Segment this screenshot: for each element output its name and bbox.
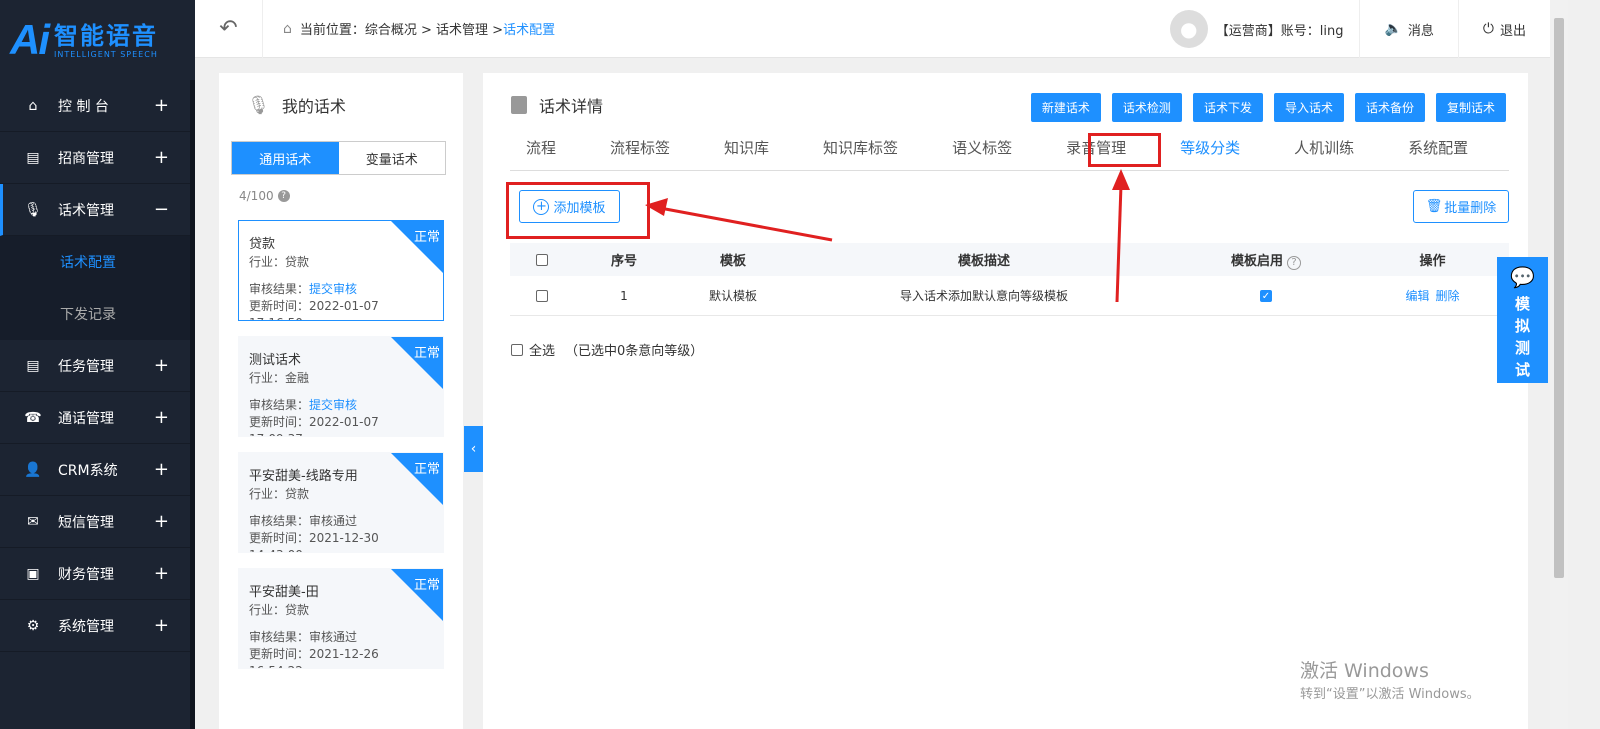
annotation-arrow-line bbox=[659, 206, 833, 242]
annotation-arrow-line bbox=[1115, 184, 1123, 303]
annotation-arrowhead bbox=[1112, 169, 1130, 190]
annotation-arrowhead bbox=[645, 198, 668, 216]
annotation-arrows bbox=[645, 169, 1130, 303]
